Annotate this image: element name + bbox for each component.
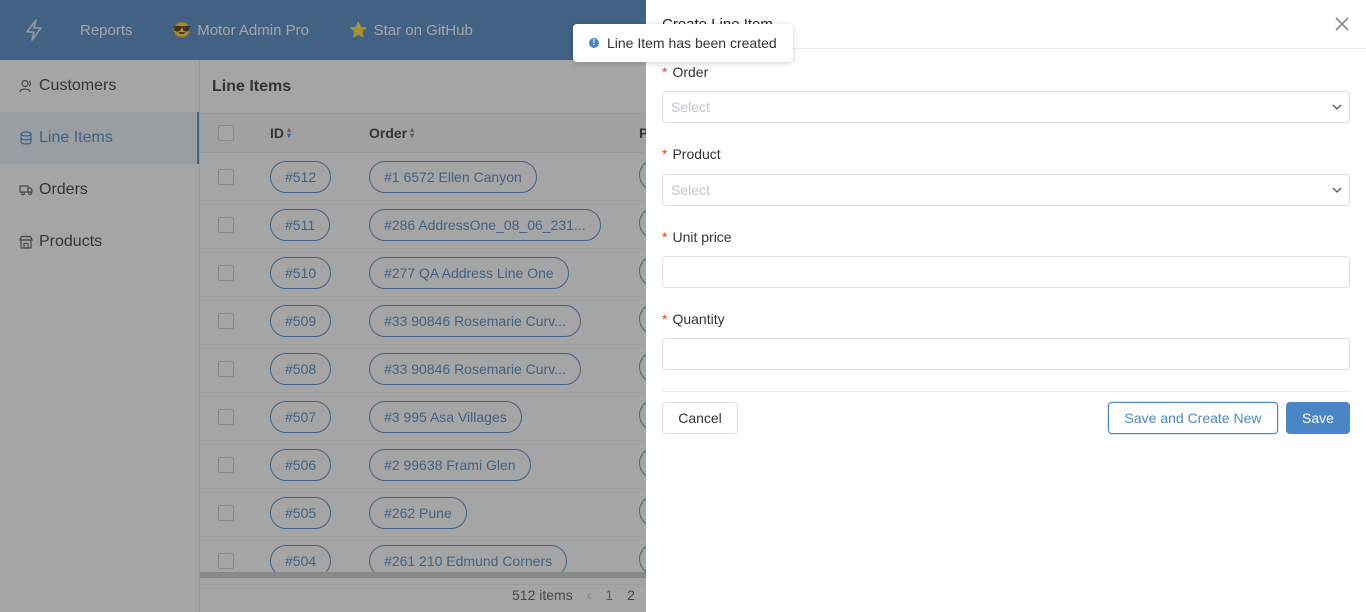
order-field-label: * Order [662, 62, 1350, 82]
unit-price-field-label: * Unit price [662, 227, 1350, 247]
field-label-text: Quantity [672, 311, 725, 327]
required-marker: * [662, 64, 668, 80]
chevron-down-icon [1332, 104, 1342, 110]
select-placeholder: Select [671, 99, 710, 115]
info-icon: ! [589, 38, 599, 48]
quantity-field-label: * Quantity [662, 309, 1350, 329]
toast-message: Line Item has been created [607, 35, 777, 51]
product-field-label: * Product [662, 144, 1350, 164]
form-divider [662, 391, 1350, 392]
required-marker: * [662, 146, 668, 162]
close-icon[interactable] [1334, 16, 1350, 32]
product-select[interactable]: Select [662, 174, 1350, 206]
create-line-item-drawer: Create Line Item *Order Select *Product … [646, 0, 1366, 612]
select-placeholder: Select [671, 182, 710, 198]
chevron-down-icon [1332, 187, 1342, 193]
field-label-text: Unit price [672, 229, 732, 245]
save-button[interactable]: Save [1286, 402, 1350, 434]
field-label-text: Order [672, 64, 709, 80]
order-select[interactable]: Select [662, 91, 1350, 123]
save-and-create-new-button[interactable]: Save and Create New [1108, 402, 1278, 434]
required-marker: * [662, 311, 668, 327]
required-marker: * [662, 229, 668, 245]
unit-price-input[interactable] [662, 256, 1350, 288]
field-label-text: Product [672, 146, 721, 162]
line-item-form: * Order Select * Product Select * Unit pric… [646, 62, 1366, 370]
cancel-button[interactable]: Cancel [662, 402, 738, 434]
success-toast: ! Line Item has been created [573, 24, 793, 62]
quantity-input[interactable] [662, 338, 1350, 370]
